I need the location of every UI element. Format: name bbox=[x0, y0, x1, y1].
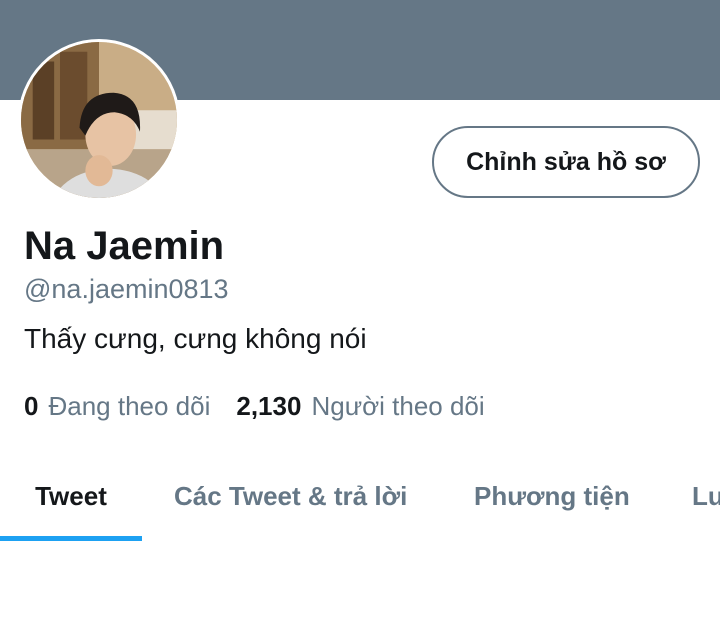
active-tab-indicator bbox=[0, 536, 142, 541]
following-count: 0 bbox=[24, 391, 39, 421]
following-label: Đang theo dõi bbox=[48, 391, 211, 421]
avatar-photo bbox=[21, 42, 177, 198]
display-name: Na Jaemin bbox=[24, 224, 225, 268]
edit-profile-button[interactable]: Chỉnh sửa hồ sơ bbox=[432, 126, 700, 198]
profile-bio: Thấy cưng, cưng không nói bbox=[24, 323, 367, 354]
avatar[interactable] bbox=[18, 39, 180, 201]
followers-label: Người theo dõi bbox=[311, 391, 485, 421]
tab-tweets-and-replies[interactable]: Các Tweet & trả lời bbox=[174, 450, 407, 542]
tab-tweets[interactable]: Tweet bbox=[0, 450, 142, 542]
profile-page: Chỉnh sửa hồ sơ Na Jaemin @na.jaemin0813… bbox=[0, 0, 720, 624]
follow-stats: 0 Đang theo dõi 2,130 Người theo dõi bbox=[24, 388, 485, 424]
tab-likes[interactable]: Lu bbox=[692, 450, 720, 542]
followers-count: 2,130 bbox=[236, 391, 302, 421]
tab-media[interactable]: Phương tiện bbox=[474, 450, 630, 542]
profile-tabs: Tweet Các Tweet & trả lời Phương tiện Lu bbox=[0, 450, 720, 542]
following-stat[interactable]: 0 Đang theo dõi bbox=[24, 388, 210, 424]
profile-handle: @na.jaemin0813 bbox=[24, 274, 229, 304]
followers-stat[interactable]: 2,130 Người theo dõi bbox=[236, 388, 484, 424]
